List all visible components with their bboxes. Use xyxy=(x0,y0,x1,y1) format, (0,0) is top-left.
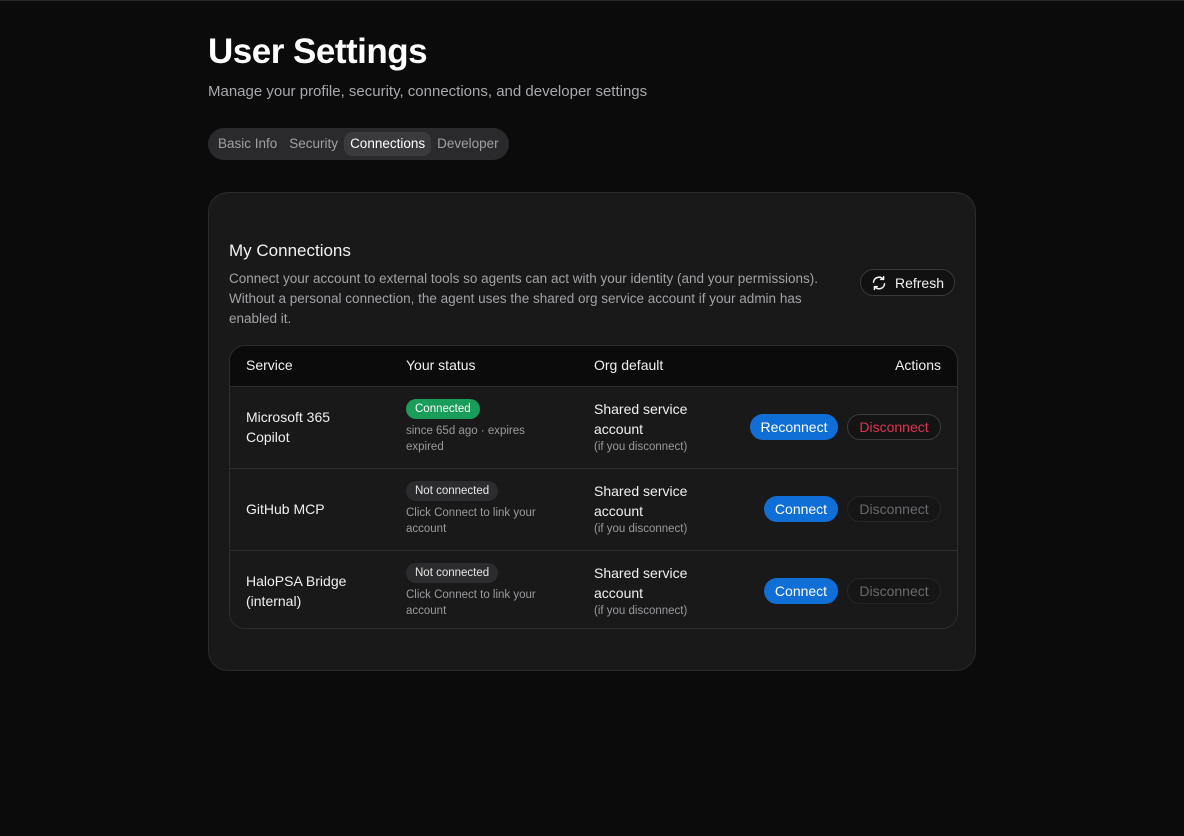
settings-page: User Settings Manage your profile, secur… xyxy=(208,30,978,671)
tab-basic-info[interactable]: Basic Info xyxy=(212,132,283,156)
connections-card: My Connections Connect your account to e… xyxy=(208,192,976,671)
org-default-value: Shared service account xyxy=(594,565,688,601)
tab-developer[interactable]: Developer xyxy=(431,132,505,156)
connections-table: Service Your status Org default Actions … xyxy=(229,345,958,629)
table-row: GitHub MCP Not connected Click Connect t… xyxy=(230,469,957,551)
org-default-note: (if you disconnect) xyxy=(594,523,688,535)
org-default-note: (if you disconnect) xyxy=(594,441,688,453)
refresh-icon xyxy=(871,275,887,291)
settings-tabs: Basic Info Security Connections Develope… xyxy=(208,128,509,160)
disconnect-button: Disconnect xyxy=(847,578,941,604)
status-cell: Connected since 65d ago · expires expire… xyxy=(406,399,566,455)
column-header-actions: Actions xyxy=(895,357,941,373)
connections-description: Connect your account to external tools s… xyxy=(229,271,819,326)
org-default-cell: Shared service account (if you disconnec… xyxy=(594,399,704,455)
org-default-value: Shared service account xyxy=(594,401,688,437)
status-cell: Not connected Click Connect to link your… xyxy=(406,481,566,537)
org-default-cell: Shared service account (if you disconnec… xyxy=(594,563,704,619)
status-badge: Not connected xyxy=(406,481,499,501)
disconnect-button[interactable]: Disconnect xyxy=(847,414,941,440)
table-row: Microsoft 365 Copilot Connected since 65… xyxy=(230,387,957,469)
page-title: User Settings xyxy=(208,32,428,71)
reconnect-button[interactable]: Reconnect xyxy=(750,414,838,440)
column-header-org-default: Org default xyxy=(594,357,664,373)
column-header-service: Service xyxy=(246,357,293,373)
page-subtitle: Manage your profile, security, connectio… xyxy=(208,83,648,100)
status-badge: Not connected xyxy=(406,563,499,583)
service-name: GitHub MCP xyxy=(246,501,325,517)
service-name: Microsoft 365 Copilot xyxy=(246,409,331,445)
org-default-value: Shared service account xyxy=(594,483,688,519)
column-header-status: Your status xyxy=(406,357,476,373)
connect-button[interactable]: Connect xyxy=(764,578,838,604)
window-top-border xyxy=(0,0,1184,1)
table-row: HaloPSA Bridge (internal) Not connected … xyxy=(230,551,957,628)
tab-connections[interactable]: Connections xyxy=(344,132,432,156)
table-header: Service Your status Org default Actions xyxy=(230,346,957,387)
refresh-button[interactable]: Refresh xyxy=(860,269,955,296)
status-note: Click Connect to link your account xyxy=(406,589,536,617)
connections-title: My Connections xyxy=(229,241,351,260)
status-cell: Not connected Click Connect to link your… xyxy=(406,563,566,619)
org-default-note: (if you disconnect) xyxy=(594,605,688,617)
service-name: HaloPSA Bridge (internal) xyxy=(246,573,347,609)
org-default-cell: Shared service account (if you disconnec… xyxy=(594,481,704,537)
status-note: since 65d ago · expires expired xyxy=(406,425,525,453)
status-note: Click Connect to link your account xyxy=(406,507,536,535)
status-badge: Connected xyxy=(406,399,480,419)
refresh-label: Refresh xyxy=(894,274,945,291)
disconnect-button: Disconnect xyxy=(847,496,941,522)
connect-button[interactable]: Connect xyxy=(764,496,838,522)
tab-security[interactable]: Security xyxy=(283,132,344,156)
